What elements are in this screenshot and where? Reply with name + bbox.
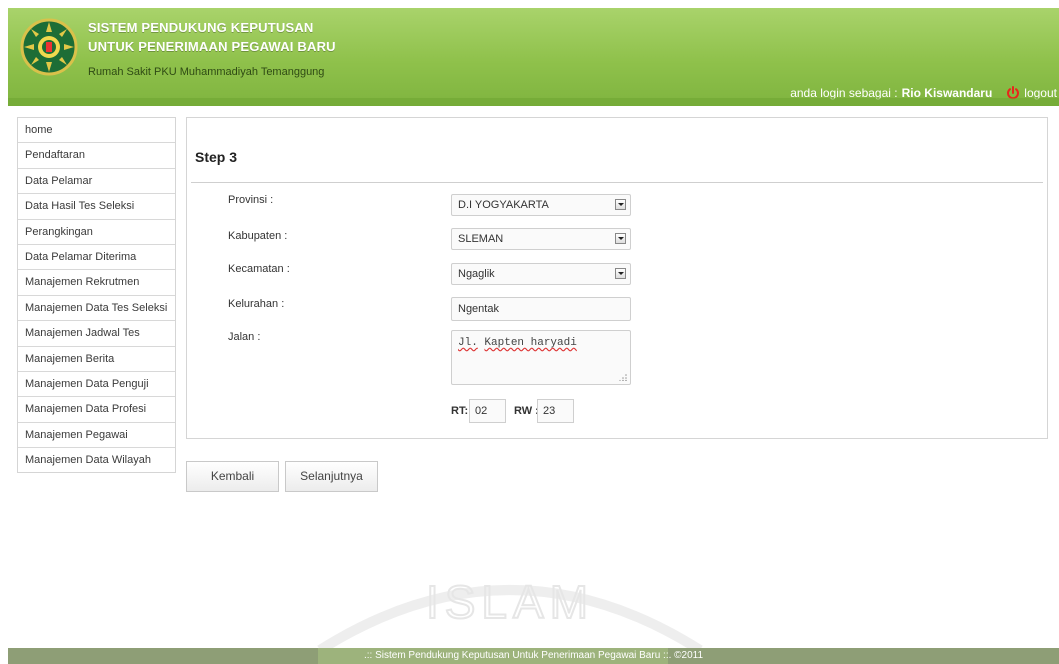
sidebar-item-rekrutmen[interactable]: Manajemen Rekrutmen (18, 270, 175, 296)
app-subtitle: Rumah Sakit PKU Muhammadiyah Temanggung (88, 66, 325, 78)
jalan-label: Jalan : (228, 331, 261, 343)
rt-value: 02 (475, 405, 488, 417)
sidebar-item-wilayah[interactable]: Manajemen Data Wilayah (18, 448, 175, 473)
hospital-emblem-icon (20, 18, 78, 76)
next-button[interactable]: Selanjutnya (285, 461, 378, 492)
rw-input[interactable]: 23 (537, 399, 574, 423)
provinsi-label: Provinsi : (228, 194, 274, 206)
resize-grip-icon[interactable] (619, 373, 627, 381)
rt-label: RT: (451, 405, 469, 417)
kelurahan-label: Kelurahan : (228, 298, 285, 310)
sidebar-item-berita[interactable]: Manajemen Berita (18, 346, 175, 372)
sidebar-item-pelamar-diterima[interactable]: Data Pelamar Diterima (18, 244, 175, 271)
dropdown-arrow-icon[interactable] (615, 233, 626, 244)
kabupaten-label: Kabupaten : (228, 230, 288, 242)
watermark: ISLAM (317, 575, 703, 650)
sidebar-item-tes-seleksi[interactable]: Manajemen Data Tes Seleksi (18, 295, 175, 322)
kabupaten-select[interactable]: SLEMAN (451, 228, 631, 250)
kecamatan-label: Kecamatan : (228, 263, 290, 275)
kecamatan-value: Ngaglik (458, 268, 495, 280)
sidebar-item-pendaftaran[interactable]: Pendaftaran (18, 143, 175, 169)
header-bottom-strip (8, 98, 1059, 106)
jalan-value-rest: Kapten haryadi (484, 337, 577, 349)
app-footer: .:: Sistem Pendukung Keputusan Untuk Pen… (8, 648, 1059, 664)
sidebar-item-perangkingan[interactable]: Perangkingan (18, 219, 175, 245)
jalan-value-prefix: Jl. (458, 337, 478, 349)
sidebar-item-penguji[interactable]: Manajemen Data Penguji (18, 371, 175, 398)
sidebar-item-home[interactable]: home (18, 118, 175, 144)
sidebar-item-profesi[interactable]: Manajemen Data Profesi (18, 397, 175, 423)
dropdown-arrow-icon[interactable] (615, 199, 626, 210)
app-title-line2: UNTUK PENERIMAAN PEGAWAI BARU (88, 39, 336, 54)
dropdown-arrow-icon[interactable] (615, 268, 626, 279)
watermark-text: ISLAM (426, 576, 594, 628)
sidebar-item-pegawai[interactable]: Manajemen Pegawai (18, 422, 175, 449)
kecamatan-select[interactable]: Ngaglik (451, 263, 631, 285)
jalan-textarea[interactable]: Jl. Kapten haryadi (451, 330, 631, 385)
divider (191, 182, 1043, 183)
sidebar-item-data-pelamar[interactable]: Data Pelamar (18, 168, 175, 195)
kelurahan-input[interactable]: Ngentak (451, 297, 631, 321)
app-header: SISTEM PENDUKUNG KEPUTUSAN UNTUK PENERIM… (8, 8, 1059, 106)
rt-input[interactable]: 02 (469, 399, 506, 423)
rw-label: RW : (514, 405, 539, 417)
app-title-line1: SISTEM PENDUKUNG KEPUTUSAN (88, 20, 314, 35)
sidebar-item-data-hasil-tes[interactable]: Data Hasil Tes Seleksi (18, 194, 175, 220)
sidebar-item-jadwal-tes[interactable]: Manajemen Jadwal Tes (18, 321, 175, 347)
kabupaten-value: SLEMAN (458, 233, 504, 245)
provinsi-value: D.I YOGYAKARTA (458, 199, 549, 211)
step-title: Step 3 (195, 149, 238, 165)
sidebar-nav: home Pendaftaran Data Pelamar Data Hasil… (17, 117, 176, 474)
step-form-panel: Step 3 Provinsi : D.I YOGYAKARTA Kabupat… (186, 117, 1048, 439)
footer-text: .:: Sistem Pendukung Keputusan Untuk Pen… (363, 650, 704, 661)
back-button[interactable]: Kembali (186, 461, 279, 492)
kelurahan-value: Ngentak (458, 303, 499, 315)
rw-value: 23 (543, 405, 556, 417)
provinsi-select[interactable]: D.I YOGYAKARTA (451, 194, 631, 216)
